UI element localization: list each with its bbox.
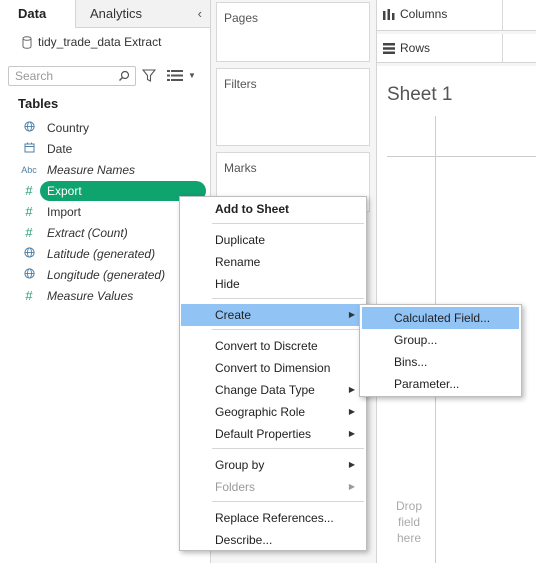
field-label: Latitude (generated) xyxy=(47,247,156,261)
search-input[interactable]: Search xyxy=(8,66,136,86)
calendar-icon xyxy=(22,139,36,159)
tab-analytics-label: Analytics xyxy=(90,6,143,21)
field-item[interactable]: Date xyxy=(0,139,210,159)
database-icon xyxy=(22,36,32,49)
field-item[interactable]: Abc Measure Names xyxy=(0,160,210,180)
menu-separator xyxy=(212,501,364,502)
pages-card[interactable]: Pages xyxy=(216,2,370,62)
field-label: Longitude (generated) xyxy=(47,268,166,282)
submenu-arrow-icon: ▶ xyxy=(348,482,355,491)
menu-item-default-properties[interactable]: Default Properties ▶ xyxy=(181,423,365,445)
drop-text: field xyxy=(397,515,420,529)
menu-item-add-to-sheet[interactable]: Add to Sheet xyxy=(181,198,365,220)
menu-item-convert-to-dimension[interactable]: Convert to Dimension xyxy=(181,357,365,379)
marks-card-title: Marks xyxy=(224,161,257,175)
columns-text: Columns xyxy=(400,7,448,21)
submenu-item-calculated-field[interactable]: Calculated Field... xyxy=(362,307,519,329)
submenu-arrow-icon: ▶ xyxy=(348,310,355,319)
datasource-item[interactable]: tidy_trade_data Extract xyxy=(22,32,161,52)
submenu-arrow-icon: ▶ xyxy=(348,407,355,416)
submenu-item-parameter[interactable]: Parameter... xyxy=(362,373,519,395)
search-icon[interactable] xyxy=(118,70,130,82)
columns-shelf-label: Columns xyxy=(383,7,447,21)
filters-card[interactable]: Filters xyxy=(216,68,370,146)
shelf-divider xyxy=(502,34,503,62)
submenu-arrow-icon: ▶ xyxy=(348,385,355,394)
menu-item-create[interactable]: Create ▶ xyxy=(181,304,365,326)
drop-field-zone[interactable]: Drop field here xyxy=(391,498,427,546)
menu-item-hide[interactable]: Hide xyxy=(181,273,365,295)
pages-card-title: Pages xyxy=(224,11,259,25)
submenu-arrow-icon: ▶ xyxy=(348,460,355,469)
tables-heading: Tables xyxy=(18,96,59,111)
rows-shelf[interactable]: Rows xyxy=(377,34,536,63)
abc-icon: Abc xyxy=(21,165,37,175)
menu-item-duplicate[interactable]: Duplicate xyxy=(181,229,365,251)
menu-separator xyxy=(212,329,364,330)
field-label: Measure Names xyxy=(47,163,136,177)
menu-separator xyxy=(212,223,364,224)
shelf-divider xyxy=(502,0,503,30)
menu-separator xyxy=(212,448,364,449)
drop-text: here xyxy=(396,531,422,545)
field-label: Extract (Count) xyxy=(47,226,128,240)
filters-card-title: Filters xyxy=(224,77,257,91)
sheet-title[interactable]: Sheet 1 xyxy=(387,84,453,106)
search-placeholder: Search xyxy=(15,69,54,83)
datasource-name: tidy_trade_data Extract xyxy=(38,35,162,49)
hash-icon: # xyxy=(25,288,33,303)
collapse-pane-icon[interactable]: ‹ xyxy=(198,0,202,28)
menu-item-replace-references[interactable]: Replace References... xyxy=(181,507,365,529)
menu-item-geographic-role[interactable]: Geographic Role ▶ xyxy=(181,401,365,423)
columns-shelf[interactable]: Columns xyxy=(377,0,536,31)
hash-icon: # xyxy=(25,204,33,219)
chevron-down-icon[interactable]: ▼ xyxy=(188,71,196,80)
menu-item-convert-to-discrete[interactable]: Convert to Discrete xyxy=(181,335,365,357)
menu-item-group-by[interactable]: Group by ▶ xyxy=(181,454,365,476)
drop-text: Drop xyxy=(395,499,422,513)
rows-shelf-label: Rows xyxy=(383,41,430,55)
globe-icon xyxy=(22,244,36,264)
submenu-item-group[interactable]: Group... xyxy=(362,329,519,351)
menu-item-rename[interactable]: Rename xyxy=(181,251,365,273)
field-label: Measure Values xyxy=(47,289,134,303)
field-item[interactable]: Country xyxy=(0,118,210,138)
menu-item-change-data-type[interactable]: Change Data Type ▶ xyxy=(181,379,365,401)
globe-icon xyxy=(22,265,36,285)
field-label: Date xyxy=(47,142,73,156)
list-view-icon[interactable] xyxy=(167,70,183,81)
submenu-item-bins[interactable]: Bins... xyxy=(362,351,519,373)
menu-item-folders: Folders ▶ xyxy=(181,476,365,498)
create-submenu: Calculated Field... Group... Bins... Par… xyxy=(359,304,522,397)
submenu-arrow-icon: ▶ xyxy=(348,429,355,438)
field-context-menu: Add to Sheet Duplicate Rename Hide Creat… xyxy=(179,196,367,551)
globe-icon xyxy=(22,118,36,138)
field-label: Import xyxy=(47,205,82,219)
filter-icon[interactable] xyxy=(142,69,156,82)
menu-item-describe[interactable]: Describe... xyxy=(181,529,365,551)
field-label: Country xyxy=(47,121,90,135)
tab-analytics[interactable]: Analytics ‹ xyxy=(76,0,210,28)
columns-icon xyxy=(383,9,395,20)
menu-separator xyxy=(212,298,364,299)
tab-data[interactable]: Data xyxy=(0,0,76,28)
rows-text: Rows xyxy=(400,41,431,55)
hash-icon: # xyxy=(25,183,33,198)
rows-icon xyxy=(383,43,395,54)
sheet-divider xyxy=(387,156,536,157)
field-label: Export xyxy=(47,184,82,198)
hash-icon: # xyxy=(25,225,33,240)
